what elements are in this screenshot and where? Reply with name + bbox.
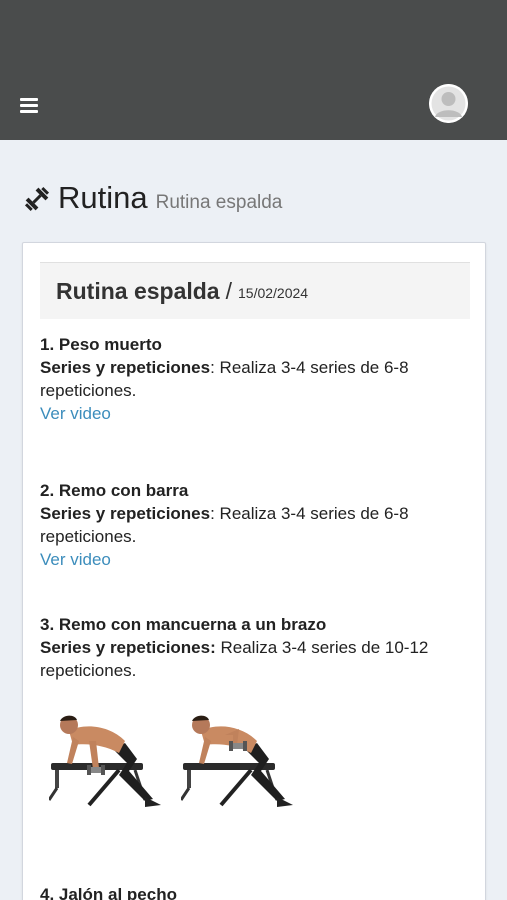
exercise-item: 2. Remo con barra Series y repeticiones:… <box>40 479 460 571</box>
exercise-item: 1. Peso muerto Series y repeticiones: Re… <box>40 333 460 425</box>
exercise-description: Series y repeticiones: Realiza 3-4 serie… <box>40 636 460 682</box>
exercise-description: Series y repeticiones: Realiza 3-4 serie… <box>40 356 460 402</box>
bars-icon[interactable] <box>20 98 38 114</box>
exercise-item: 3. Remo con mancuerna a un brazo Series … <box>40 613 460 682</box>
exercise-label: Series y repeticiones <box>40 358 211 377</box>
video-link[interactable]: Ver video <box>40 548 111 571</box>
exercise-item: 4. Jalón al pecho <box>40 883 460 900</box>
page-title: Rutina <box>58 180 148 215</box>
one-arm-row-illustration-start <box>49 715 161 807</box>
exercise-title: 2. Remo con barra <box>40 481 189 500</box>
exercise-title: 3. Remo con mancuerna a un brazo <box>40 615 327 634</box>
card-title: Rutina espalda <box>56 277 220 304</box>
page-subtitle: Rutina espalda <box>155 192 283 213</box>
exercise-title: 4. Jalón al pecho <box>40 885 177 900</box>
user-avatar-icon[interactable] <box>429 84 468 123</box>
video-link[interactable]: Ver video <box>40 402 111 425</box>
exercise-title: 1. Peso muerto <box>40 335 162 354</box>
card-separator: / <box>225 277 232 304</box>
one-arm-row-illustration-end <box>181 715 293 807</box>
top-navbar <box>0 0 507 140</box>
card-header: Rutina espalda / 15/02/2024 <box>40 262 470 319</box>
card-date: 15/02/2024 <box>238 285 309 301</box>
routine-card: Rutina espalda / 15/02/2024 1. Peso muer… <box>22 242 486 900</box>
exercise-label: Series y repeticiones <box>40 504 211 523</box>
page-header: Rutina Rutina espalda <box>22 178 282 218</box>
exercise-label: Series y repeticiones: <box>40 638 216 657</box>
exercise-description: Series y repeticiones: Realiza 3-4 serie… <box>40 502 460 548</box>
dumbbell-icon <box>24 186 50 212</box>
